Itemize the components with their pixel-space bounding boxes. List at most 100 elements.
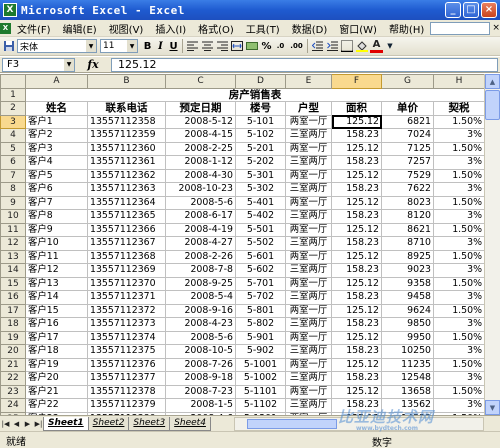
table-cell[interactable]: 9850 <box>381 317 434 332</box>
table-cell[interactable]: 13557112379 <box>87 398 166 413</box>
table-cell[interactable]: 13557112369 <box>87 263 166 278</box>
table-cell[interactable]: 客户21 <box>25 384 88 399</box>
table-cell[interactable]: 2008-5-12 <box>165 114 236 129</box>
close-button[interactable]: × <box>481 2 497 18</box>
table-cell[interactable]: 125.12 <box>331 384 382 399</box>
table-cell[interactable]: 2008-4-19 <box>165 222 236 237</box>
table-cell[interactable]: 客户5 <box>25 168 88 183</box>
tab-sheet1[interactable]: Sheet1 <box>43 416 89 431</box>
table-cell[interactable]: 7257 <box>381 155 434 170</box>
table-cell[interactable]: 125.12 <box>331 222 382 237</box>
percent-button[interactable]: % <box>260 39 273 53</box>
table-cell[interactable]: 1.50% <box>433 357 484 372</box>
table-cell[interactable]: 125.12 <box>331 195 382 210</box>
table-cell[interactable]: 三室两厅 <box>285 236 332 251</box>
row-header[interactable]: 22 <box>0 371 26 386</box>
row-header[interactable]: 5 <box>0 141 26 156</box>
table-cell[interactable]: 2008-10-23 <box>165 182 236 197</box>
table-cell[interactable]: 13658 <box>381 384 434 399</box>
table-cell[interactable]: 2008-4-30 <box>165 168 236 183</box>
next-sheet-icon[interactable]: ▶ <box>22 418 33 430</box>
menu-view[interactable]: 视图(V) <box>103 21 150 36</box>
row-header[interactable]: 17 <box>0 303 26 318</box>
table-cell[interactable]: 13557112363 <box>87 182 166 197</box>
column-header[interactable]: D <box>235 74 286 89</box>
table-cell[interactable]: 三室两厅 <box>285 290 332 305</box>
table-cell[interactable]: 5-201 <box>235 141 286 156</box>
table-cell[interactable]: 两室一厅 <box>285 195 332 210</box>
table-cell[interactable]: 2008-6-17 <box>165 209 236 224</box>
bold-button[interactable]: B <box>141 39 154 53</box>
table-cell[interactable]: 13557112375 <box>87 344 166 359</box>
table-cell[interactable]: 2008-4-15 <box>165 128 236 143</box>
table-cell[interactable]: 2008-1-12 <box>165 155 236 170</box>
table-cell[interactable]: 客户13 <box>25 276 88 291</box>
row-header[interactable]: 6 <box>0 155 26 170</box>
column-header[interactable]: H <box>433 74 484 89</box>
menu-insert[interactable]: 插入(I) <box>149 21 192 36</box>
row-header[interactable]: 24 <box>0 398 26 413</box>
table-cell[interactable]: 5-202 <box>235 155 286 170</box>
table-cell[interactable]: 客户11 <box>25 249 88 264</box>
align-center-icon[interactable] <box>200 39 214 53</box>
table-cell[interactable]: 9950 <box>381 330 434 345</box>
increase-indent-icon[interactable] <box>325 39 339 53</box>
table-cell[interactable]: 5-1102 <box>235 398 286 413</box>
table-cell[interactable]: 13557112367 <box>87 236 166 251</box>
align-left-icon[interactable] <box>185 39 199 53</box>
select-all-corner[interactable] <box>0 74 26 89</box>
header-cell[interactable]: 单价 <box>381 101 434 116</box>
table-cell[interactable]: 三室两厅 <box>285 128 332 143</box>
table-cell[interactable]: 125.12 <box>331 330 382 345</box>
row-header[interactable]: 10 <box>0 209 26 224</box>
table-cell[interactable]: 5-101 <box>235 114 286 129</box>
table-cell[interactable]: 1.50% <box>433 114 484 129</box>
table-cell[interactable]: 9624 <box>381 303 434 318</box>
table-cell[interactable]: 9458 <box>381 290 434 305</box>
table-cell[interactable]: 13557112373 <box>87 317 166 332</box>
table-cell[interactable]: 三室两厅 <box>285 263 332 278</box>
tab-sheet4[interactable]: Sheet4 <box>169 416 211 431</box>
font-name-combo[interactable]: 宋体 ▼ <box>17 39 97 53</box>
header-cell[interactable]: 联系电话 <box>87 101 166 116</box>
table-cell[interactable]: 13557112365 <box>87 209 166 224</box>
underline-button[interactable]: U <box>167 39 180 53</box>
table-cell[interactable]: 8710 <box>381 236 434 251</box>
table-cell[interactable]: 125.12 <box>331 249 382 264</box>
table-cell[interactable]: 7024 <box>381 128 434 143</box>
excel-app-icon[interactable]: X <box>3 3 17 17</box>
table-cell[interactable]: 6821 <box>381 114 434 129</box>
table-cell[interactable]: 客户15 <box>25 303 88 318</box>
row-header-active[interactable]: 3 <box>0 114 26 129</box>
table-cell[interactable]: 158.23 <box>331 371 382 386</box>
row-header[interactable]: 23 <box>0 384 26 399</box>
table-cell[interactable]: 5-801 <box>235 303 286 318</box>
table-cell[interactable]: 1.50% <box>433 303 484 318</box>
table-cell[interactable]: 客户8 <box>25 209 88 224</box>
row-header[interactable]: 13 <box>0 249 26 264</box>
table-cell[interactable]: 2008-5-6 <box>165 330 236 345</box>
formula-input[interactable]: 125.12 <box>111 57 498 72</box>
header-cell[interactable]: 楼号 <box>235 101 286 116</box>
table-cell[interactable]: 13557112378 <box>87 384 166 399</box>
table-cell[interactable]: 125.12 <box>331 357 382 372</box>
table-cell[interactable]: 2008-7-23 <box>165 384 236 399</box>
row-header[interactable]: 2 <box>0 101 26 116</box>
decrease-decimal-button[interactable]: .00 <box>288 39 305 53</box>
table-cell[interactable]: 2008-4-23 <box>165 317 236 332</box>
table-cell[interactable]: 2008-9-18 <box>165 371 236 386</box>
table-cell[interactable]: 13557112370 <box>87 276 166 291</box>
active-cell[interactable]: 125.12 <box>331 114 382 129</box>
align-right-icon[interactable] <box>215 39 229 53</box>
menu-help[interactable]: 帮助(H) <box>383 21 430 36</box>
table-cell[interactable]: 1.50% <box>433 384 484 399</box>
table-cell[interactable]: 客户19 <box>25 357 88 372</box>
column-header[interactable]: C <box>165 74 236 89</box>
table-cell[interactable]: 12548 <box>381 371 434 386</box>
table-cell[interactable]: 13557112374 <box>87 330 166 345</box>
merge-center-icon[interactable] <box>230 39 244 53</box>
table-cell[interactable]: 13557112358 <box>87 114 166 129</box>
table-cell[interactable]: 三室两厅 <box>285 344 332 359</box>
table-cell[interactable]: 三室两厅 <box>285 182 332 197</box>
table-cell[interactable]: 客户14 <box>25 290 88 305</box>
